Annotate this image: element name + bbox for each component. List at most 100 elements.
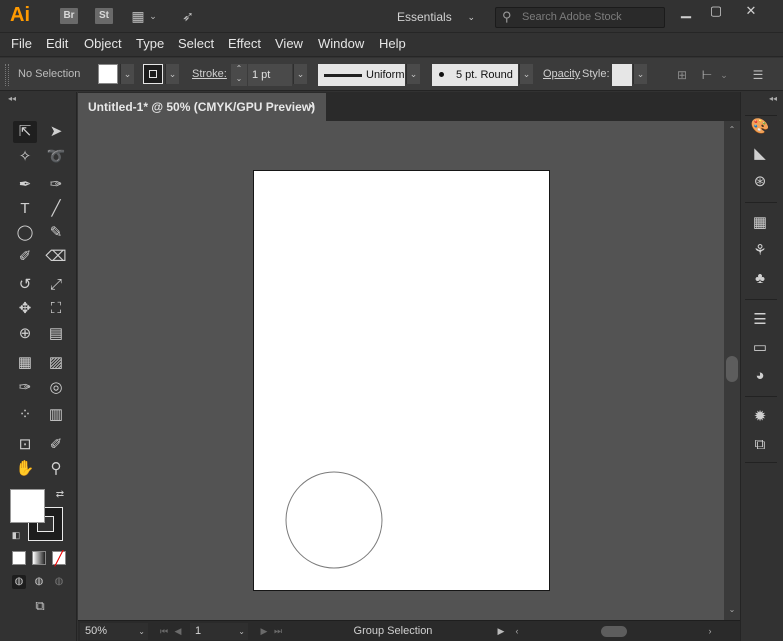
menu-view[interactable]: View	[275, 36, 303, 51]
color-themes-icon[interactable]: ⊛	[748, 171, 772, 193]
selection-tool-icon[interactable]: ⇱	[13, 121, 37, 143]
stroke-swatch-dropdown[interactable]: ⌄	[165, 64, 179, 84]
next-artboard-icon[interactable]: ▶	[258, 623, 270, 640]
close-tab-icon[interactable]: ×	[308, 99, 315, 113]
puppet-warp-tool-icon[interactable]: ✥	[13, 298, 37, 320]
graphic-style-swatch[interactable]	[612, 64, 632, 86]
screen-mode-icon[interactable]: ⧉	[29, 599, 51, 613]
menu-edit[interactable]: Edit	[46, 36, 68, 51]
circle-shape[interactable]	[285, 471, 383, 569]
status-menu-icon[interactable]: ▶	[495, 623, 507, 640]
gradient-panel-icon[interactable]: ▭	[748, 337, 772, 359]
stock-button[interactable]: St	[95, 8, 113, 24]
graphic-styles-icon[interactable]: ⧉	[748, 434, 772, 456]
menu-file[interactable]: File	[11, 36, 32, 51]
canvas-area[interactable]	[78, 121, 724, 620]
shaper-tool-icon[interactable]: ✐	[13, 246, 37, 268]
stroke-weight-field[interactable]: 1 pt	[248, 64, 292, 86]
fill-dropdown[interactable]: ⌄	[120, 64, 134, 84]
color-guide-icon[interactable]: ◣	[748, 143, 772, 165]
maximize-button[interactable]: ▢	[701, 2, 731, 20]
direct-selection-tool-icon[interactable]: ➤	[44, 121, 68, 143]
style-dropdown[interactable]: ⌄	[633, 64, 647, 84]
profile-dropdown[interactable]: ⌄	[406, 64, 420, 84]
ellipse-tool-icon[interactable]: ◯	[13, 222, 37, 244]
perspective-grid-tool-icon[interactable]: ▤	[44, 323, 68, 345]
horizontal-scrollbar[interactable]: ‹ ›	[511, 623, 716, 640]
transparency-panel-icon[interactable]: ◕	[748, 365, 772, 387]
symbol-sprayer-tool-icon[interactable]: ⁘	[13, 404, 37, 426]
eyedropper-tool-icon[interactable]: ✑	[13, 377, 37, 399]
first-artboard-icon[interactable]: ⏮	[158, 623, 170, 640]
brush-definition[interactable]: 5 pt. Round	[432, 64, 518, 86]
minimize-button[interactable]: ▁	[671, 2, 701, 20]
shape-builder-tool-icon[interactable]: ⊕	[13, 323, 37, 345]
stroke-panel-icon[interactable]: ☰	[748, 309, 772, 331]
scroll-left-icon[interactable]: ‹	[511, 623, 523, 640]
artboard[interactable]	[253, 170, 550, 591]
default-fill-stroke-icon[interactable]: ◧	[9, 528, 23, 542]
menu-effect[interactable]: Effect	[228, 36, 261, 51]
blend-tool-icon[interactable]: ◎	[44, 377, 68, 399]
color-panel-icon[interactable]: 🎨	[748, 116, 772, 138]
scale-tool-icon[interactable]: ⤢	[44, 274, 68, 296]
pen-tool-icon[interactable]: ✒	[13, 174, 37, 196]
symbols-icon[interactable]: ♣	[748, 268, 772, 290]
line-tool-icon[interactable]: ╱	[44, 198, 68, 220]
horizontal-scroll-thumb[interactable]	[601, 626, 627, 637]
draw-normal-icon[interactable]: ◍	[12, 575, 26, 589]
magic-wand-tool-icon[interactable]: ✧	[13, 146, 37, 168]
menu-type[interactable]: Type	[136, 36, 164, 51]
transform-icon[interactable]: ⊢	[697, 64, 717, 86]
type-tool-icon[interactable]: T	[13, 198, 37, 220]
paintbrush-tool-icon[interactable]: ✎	[44, 222, 68, 244]
menu-help[interactable]: Help	[379, 36, 406, 51]
mesh-tool-icon[interactable]: ▦	[13, 352, 37, 374]
zoom-field[interactable]: 50% ⌄	[80, 623, 148, 640]
curvature-tool-icon[interactable]: ✑	[44, 174, 68, 196]
align-grid-icon[interactable]: ⊞	[672, 64, 692, 86]
menu-window[interactable]: Window	[318, 36, 364, 51]
stroke-weight-stepper[interactable]: ⌃ ⌄	[231, 64, 247, 86]
slice-tool-icon[interactable]: ✐	[44, 434, 68, 456]
swatches-icon[interactable]: ▦	[748, 212, 772, 234]
panel-grip[interactable]	[5, 64, 9, 86]
menu-select[interactable]: Select	[178, 36, 214, 51]
stock-search-input[interactable]: ⚲ Search Adobe Stock	[495, 7, 665, 28]
close-button[interactable]: ✕	[736, 2, 766, 20]
workspace-switcher[interactable]: Essentials ⌄	[397, 8, 479, 26]
stroke-label[interactable]: Stroke:	[192, 68, 227, 80]
fill-color-box[interactable]	[10, 489, 45, 523]
hand-tool-icon[interactable]: ✋	[13, 458, 37, 480]
scroll-up-icon[interactable]: ⌃	[727, 125, 737, 134]
collapse-icon[interactable]: ◂◂	[8, 94, 16, 103]
draw-inside-icon[interactable]: ◍	[52, 575, 66, 589]
publish-icon[interactable]: ➶	[177, 8, 199, 24]
brush-dropdown[interactable]: ⌄	[519, 64, 533, 84]
artboard-number-field[interactable]: 1 ⌄	[190, 623, 248, 640]
chevron-down-icon[interactable]: ⌄	[147, 8, 159, 24]
column-graph-tool-icon[interactable]: ▥	[44, 404, 68, 426]
opacity-label[interactable]: Opacity	[543, 68, 580, 80]
draw-behind-icon[interactable]: ◍	[32, 575, 46, 589]
color-mode-icon[interactable]	[12, 551, 26, 565]
brushes-icon[interactable]: ⚘	[748, 240, 772, 262]
panel-menu-icon[interactable]: ☰	[748, 64, 768, 86]
stroke-swatch[interactable]	[143, 64, 163, 84]
vertical-scroll-thumb[interactable]	[726, 356, 738, 382]
variable-width-profile[interactable]: Uniform	[318, 64, 405, 86]
expand-panels-icon[interactable]: ◂◂	[769, 94, 777, 103]
eraser-tool-icon[interactable]: ⌫	[44, 246, 68, 268]
scroll-right-icon[interactable]: ›	[704, 623, 716, 640]
none-mode-icon[interactable]: ╱	[52, 551, 66, 565]
swap-fill-stroke-icon[interactable]: ⇄	[53, 488, 67, 502]
scroll-down-icon[interactable]: ⌄	[727, 605, 737, 614]
stroke-weight-dropdown[interactable]: ⌄	[293, 64, 307, 84]
gradient-tool-icon[interactable]: ▨	[44, 352, 68, 374]
chevron-down-icon[interactable]: ⌄	[718, 64, 730, 86]
rotate-tool-icon[interactable]: ↺	[13, 274, 37, 296]
bridge-button[interactable]: Br	[60, 8, 78, 24]
zoom-tool-icon[interactable]: ⚲	[44, 458, 68, 480]
menu-object[interactable]: Object	[84, 36, 122, 51]
document-tab[interactable]: Untitled-1* @ 50% (CMYK/GPU Preview) ×	[78, 93, 326, 121]
